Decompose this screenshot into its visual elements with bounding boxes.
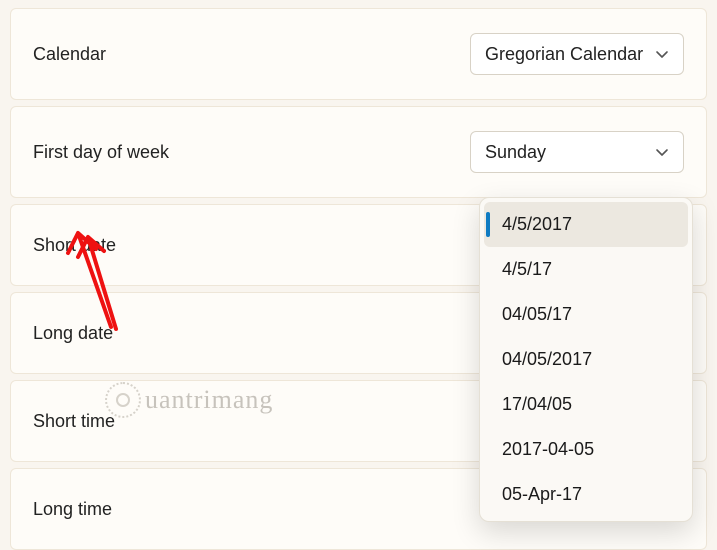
dropdown-option-label: 2017-04-05 [502, 439, 594, 459]
dropdown-option[interactable]: 05-Apr-17 [484, 472, 688, 517]
row-calendar: Calendar Gregorian Calendar [10, 8, 707, 100]
select-calendar-value: Gregorian Calendar [485, 44, 643, 65]
dropdown-short-date: 4/5/2017 4/5/17 04/05/17 04/05/2017 17/0… [479, 197, 693, 522]
select-first-day-value: Sunday [485, 142, 546, 163]
dropdown-option-label: 04/05/2017 [502, 349, 592, 369]
dropdown-option[interactable]: 2017-04-05 [484, 427, 688, 472]
label-first-day: First day of week [33, 142, 169, 163]
dropdown-option[interactable]: 04/05/2017 [484, 337, 688, 382]
dropdown-option[interactable]: 4/5/2017 [484, 202, 688, 247]
dropdown-option-label: 4/5/17 [502, 259, 552, 279]
row-first-day: First day of week Sunday [10, 106, 707, 198]
label-long-time: Long time [33, 499, 112, 520]
select-calendar[interactable]: Gregorian Calendar [470, 33, 684, 75]
dropdown-option-label: 04/05/17 [502, 304, 572, 324]
dropdown-option[interactable]: 4/5/17 [484, 247, 688, 292]
dropdown-option[interactable]: 17/04/05 [484, 382, 688, 427]
label-short-date: Short date [33, 235, 116, 256]
dropdown-option-label: 05-Apr-17 [502, 484, 582, 504]
chevron-down-icon [655, 47, 669, 61]
dropdown-option-label: 17/04/05 [502, 394, 572, 414]
label-short-time: Short time [33, 411, 115, 432]
select-first-day[interactable]: Sunday [470, 131, 684, 173]
label-calendar: Calendar [33, 44, 106, 65]
chevron-down-icon [655, 145, 669, 159]
dropdown-option-label: 4/5/2017 [502, 214, 572, 234]
label-long-date: Long date [33, 323, 113, 344]
dropdown-option[interactable]: 04/05/17 [484, 292, 688, 337]
